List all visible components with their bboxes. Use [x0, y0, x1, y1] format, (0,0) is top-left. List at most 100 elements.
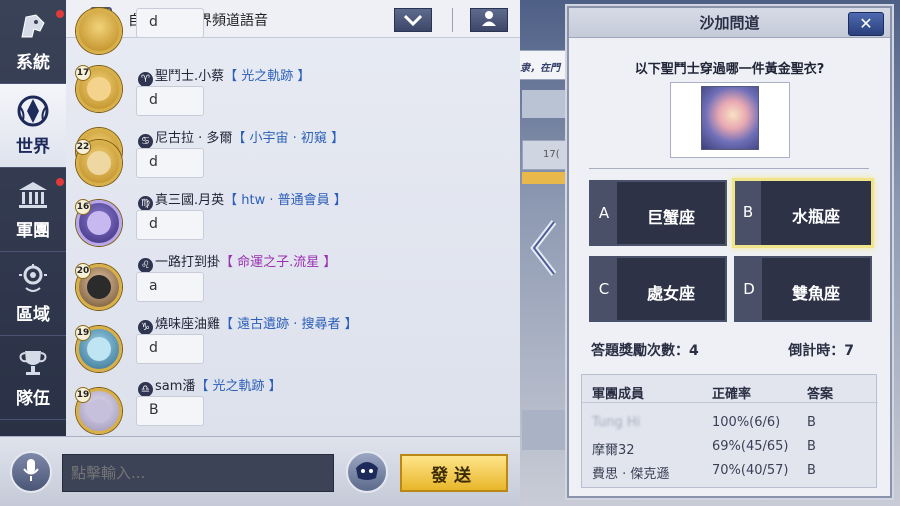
table-row: 費思 · 傑克遜 70%(40/57) B — [582, 459, 878, 483]
sender-line: ♈ 聖鬥士.小蔡【 光之軌跡 】 — [138, 65, 310, 87]
avatar[interactable]: 22 — [75, 139, 122, 186]
answer-option-a[interactable]: A 巨蟹座 — [589, 180, 727, 246]
level-badge: 17 — [75, 65, 91, 81]
sender-line: ♋ 尼古拉 · 多爾【 小宇宙 · 初窺 】 — [138, 127, 344, 149]
avatar-row-spacer: 22 — [75, 139, 122, 186]
nav-label: 世界 — [16, 137, 50, 157]
location-pin-icon — [15, 262, 51, 296]
answer: B — [807, 415, 816, 430]
nav-item-world[interactable]: 世界 — [0, 84, 66, 168]
level-badge: 19 — [75, 387, 91, 403]
avatar-face — [87, 337, 111, 361]
send-button[interactable]: 發送 — [400, 454, 508, 492]
chat-bubble: d — [136, 148, 204, 178]
nav-item-region[interactable]: 區域 — [0, 252, 66, 336]
zodiac-icon: ♋ — [138, 134, 153, 149]
option-text: 處女座 — [646, 284, 695, 303]
table-header: 軍團成員 正確率 答案 — [582, 379, 878, 403]
nav-label: 系統 — [16, 53, 50, 73]
background-panel — [522, 90, 568, 118]
reward-label: 答題獎勵次數： — [591, 343, 689, 359]
notification-dot — [56, 10, 64, 18]
avatar[interactable]: 19 — [75, 387, 122, 434]
answer: B — [807, 439, 816, 454]
table-row: Tung Hi 100%(6/6) B — [582, 411, 878, 435]
chat-message-list[interactable]: d 17 ♈ 聖鬥士.小蔡【 光之軌跡 】 d ♋ 尼古拉 · 多爾【 小宇宙 · … — [66, 8, 520, 436]
sender-guild: 【 光之軌跡 】 — [195, 379, 282, 394]
emoji-button[interactable] — [346, 451, 388, 493]
list-item: ♋ 尼古拉 · 多爾【 小宇宙 · 初窺 】 d — [76, 128, 506, 190]
world-emblem-icon — [15, 94, 51, 128]
table-row: 摩爾32 69%(45/65) B — [582, 435, 878, 459]
sender-name[interactable]: 燒味座油雞 — [155, 317, 220, 332]
collapse-panel-button[interactable] — [520, 215, 566, 285]
avatar[interactable]: 19 — [75, 325, 122, 372]
list-item: 16 ♍ 真三國.月英【 htw · 普通會員 】 d — [75, 189, 506, 252]
zodiac-icon: ♎ — [138, 382, 153, 397]
answer-option-d[interactable]: D 雙魚座 — [734, 256, 872, 322]
chat-bubble: B — [136, 396, 204, 426]
avatar[interactable]: 16 — [75, 199, 122, 246]
avatar[interactable] — [76, 8, 122, 54]
avatar[interactable]: 17 — [75, 65, 122, 112]
nav-item-system[interactable]: 系統 — [0, 0, 66, 84]
chevron-left-icon — [528, 218, 558, 282]
option-text: 巨蟹座 — [646, 208, 695, 227]
notification-dot — [56, 178, 64, 186]
close-button[interactable]: ✕ — [848, 12, 884, 36]
nav-label: 軍團 — [16, 221, 50, 241]
accuracy: 100%(6/6) — [712, 415, 781, 430]
chat-bubble: a — [136, 272, 204, 302]
option-letter: B — [735, 181, 761, 245]
avatar-face — [87, 211, 111, 235]
zodiac-icon: ♑ — [138, 320, 153, 335]
reward-value: 4 — [689, 343, 699, 359]
sender-guild: 【 光之軌跡 】 — [224, 69, 311, 84]
zodiac-icon: ♌ — [138, 258, 153, 273]
member-name: Tung Hi — [592, 415, 641, 430]
sender-line: ♍ 真三國.月英【 htw · 普通會員 】 — [138, 189, 347, 211]
zodiac-icon: ♍ — [138, 196, 153, 211]
legion-answers-table: 軍團成員 正確率 答案 Tung Hi 100%(6/6) B 摩爾32 69%… — [581, 374, 878, 488]
nav-item-legion[interactable]: 軍團 — [0, 168, 66, 252]
avatar-face — [87, 77, 111, 101]
microphone-icon — [22, 458, 40, 486]
accuracy: 70%(40/57) — [712, 463, 789, 478]
sender-name[interactable]: 真三國.月英 — [155, 193, 224, 208]
countdown: 倒計時：7 — [788, 340, 854, 360]
sender-name[interactable]: sam潘 — [155, 379, 195, 394]
level-badge: 20 — [75, 263, 91, 279]
chat-input[interactable] — [62, 454, 334, 492]
background-bar — [522, 172, 568, 184]
answer-option-b[interactable]: B 水瓶座 — [732, 178, 874, 248]
reward-count: 答題獎勵次數：4 — [591, 340, 699, 360]
saint-portrait — [701, 86, 759, 150]
avatar[interactable]: 20 — [75, 263, 122, 310]
list-item: 20 ♌ 一路打到掛【 命運之子.流星 】 a — [75, 251, 506, 314]
chat-bubble: d — [136, 86, 204, 116]
answer-option-c[interactable]: C 處女座 — [589, 256, 727, 322]
member-name: 費思 · 傑克遜 — [592, 467, 670, 482]
divider — [589, 168, 869, 169]
sender-name[interactable]: 尼古拉 · 多爾 — [155, 131, 232, 146]
background-banner: 隶，在門 — [515, 50, 575, 80]
col-answer: 答案 — [807, 387, 834, 402]
sender-line: ♌ 一路打到掛【 命運之子.流星 】 — [138, 251, 336, 273]
question-image — [670, 82, 790, 158]
trophy-icon — [15, 346, 51, 380]
sender-guild: 【 遠古遺跡 · 搜尋者 】 — [220, 317, 358, 332]
sender-name[interactable]: 聖鬥士.小蔡 — [155, 69, 224, 84]
sender-line: ♎ sam潘【 光之軌跡 】 — [138, 375, 282, 397]
helmet-icon — [15, 10, 51, 44]
sender-name[interactable]: 一路打到掛 — [155, 255, 220, 270]
nav-item-team[interactable]: 隊伍 — [0, 336, 66, 420]
quiz-dialog: 沙加問道 ✕ 以下聖鬥士穿過哪一件黃金聖衣? A 巨蟹座 B 水瓶座 C 處女座… — [567, 6, 892, 498]
option-text: 雙魚座 — [791, 284, 840, 303]
nav-label: 隊伍 — [16, 389, 50, 409]
member-name: 摩爾32 — [592, 443, 635, 458]
emoji-face-icon — [353, 458, 381, 486]
option-letter: A — [591, 182, 617, 244]
dialog-title: 沙加問道 — [569, 8, 890, 38]
voice-button[interactable] — [10, 451, 52, 493]
option-text: 水瓶座 — [791, 207, 840, 226]
